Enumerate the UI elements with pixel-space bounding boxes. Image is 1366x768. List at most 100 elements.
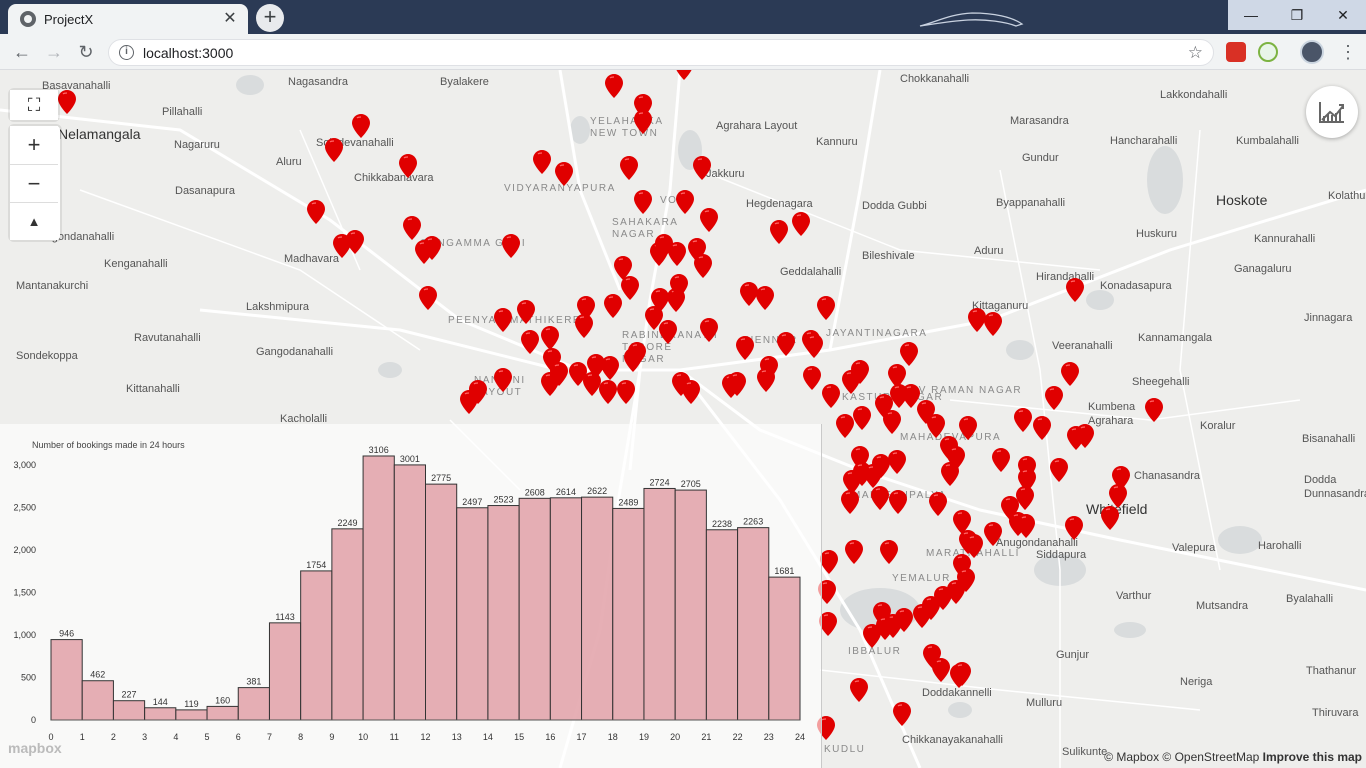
booking-marker-icon[interactable] (883, 410, 901, 434)
booking-marker-icon[interactable] (864, 464, 882, 488)
zoom-out-button[interactable]: − (10, 164, 58, 202)
booking-marker-icon[interactable] (352, 114, 370, 138)
window-maximize-button[interactable]: ❐ (1274, 0, 1320, 30)
booking-marker-icon[interactable] (984, 312, 1002, 336)
booking-marker-icon[interactable] (900, 342, 918, 366)
booking-marker-icon[interactable] (694, 254, 712, 278)
browser-tab[interactable]: ProjectX ✕ (8, 4, 248, 34)
booking-marker-icon[interactable] (700, 208, 718, 232)
booking-marker-icon[interactable] (541, 372, 559, 396)
booking-marker-icon[interactable] (1076, 424, 1094, 448)
booking-marker-icon[interactable] (736, 336, 754, 360)
booking-marker-icon[interactable] (670, 274, 688, 298)
browser-menu-button[interactable]: ⋮ (1338, 40, 1358, 64)
booking-marker-icon[interactable] (863, 624, 881, 648)
booking-marker-icon[interactable] (604, 294, 622, 318)
booking-marker-icon[interactable] (817, 296, 835, 320)
booking-marker-icon[interactable] (415, 240, 433, 264)
booking-marker-icon[interactable] (927, 414, 945, 438)
booking-marker-icon[interactable] (700, 318, 718, 342)
attribution-text[interactable]: © Mapbox © OpenStreetMap (1104, 750, 1259, 764)
booking-marker-icon[interactable] (575, 314, 593, 338)
booking-marker-icon[interactable] (929, 492, 947, 516)
booking-marker-icon[interactable] (888, 450, 906, 474)
booking-marker-icon[interactable] (502, 234, 520, 258)
back-button[interactable]: ← (10, 40, 34, 64)
booking-marker-icon[interactable] (599, 380, 617, 404)
booking-marker-icon[interactable] (820, 550, 838, 574)
booking-marker-icon[interactable] (668, 242, 686, 266)
booking-marker-icon[interactable] (889, 490, 907, 514)
booking-marker-icon[interactable] (992, 448, 1010, 472)
booking-marker-icon[interactable] (953, 662, 971, 686)
booking-marker-icon[interactable] (399, 154, 417, 178)
booking-marker-icon[interactable] (728, 372, 746, 396)
booking-marker-icon[interactable] (853, 406, 871, 430)
booking-marker-icon[interactable] (959, 416, 977, 440)
booking-marker-icon[interactable] (605, 74, 623, 98)
booking-marker-icon[interactable] (346, 230, 364, 254)
booking-marker-icon[interactable] (628, 342, 646, 366)
booking-marker-icon[interactable] (851, 360, 869, 384)
booking-marker-icon[interactable] (460, 390, 478, 414)
tab-close-button[interactable]: ✕ (220, 9, 240, 29)
booking-marker-icon[interactable] (659, 320, 677, 344)
booking-marker-icon[interactable] (541, 326, 559, 350)
booking-marker-icon[interactable] (1045, 386, 1063, 410)
booking-marker-icon[interactable] (1101, 506, 1119, 530)
booking-marker-icon[interactable] (893, 702, 911, 726)
booking-marker-icon[interactable] (621, 276, 639, 300)
booking-marker-icon[interactable] (1014, 408, 1032, 432)
new-tab-button[interactable]: + (256, 4, 284, 32)
booking-marker-icon[interactable] (805, 334, 823, 358)
map-viewport[interactable]: Basavanahalli Nagasandra Byalakere Chokk… (0, 70, 1366, 768)
booking-marker-icon[interactable] (521, 330, 539, 354)
booking-marker-icon[interactable] (676, 190, 694, 214)
booking-marker-icon[interactable] (325, 138, 343, 162)
chart-toggle-button[interactable] (1306, 86, 1358, 138)
booking-marker-icon[interactable] (1109, 484, 1127, 508)
booking-marker-icon[interactable] (1033, 416, 1051, 440)
fullscreen-icon[interactable]: ⛶ (10, 90, 58, 120)
booking-marker-icon[interactable] (634, 110, 652, 134)
zoom-in-button[interactable]: + (10, 126, 58, 164)
booking-marker-icon[interactable] (836, 414, 854, 438)
booking-marker-icon[interactable] (1050, 458, 1068, 482)
extension-icon[interactable] (1258, 42, 1278, 62)
booking-marker-icon[interactable] (880, 540, 898, 564)
booking-marker-icon[interactable] (634, 190, 652, 214)
booking-marker-icon[interactable] (1017, 514, 1035, 538)
booking-marker-icon[interactable] (601, 356, 619, 380)
booking-marker-icon[interactable] (682, 380, 700, 404)
booking-marker-icon[interactable] (617, 380, 635, 404)
booking-marker-icon[interactable] (419, 286, 437, 310)
booking-marker-icon[interactable] (941, 462, 959, 486)
window-close-button[interactable]: ✕ (1320, 0, 1366, 30)
info-icon[interactable]: i (119, 45, 134, 60)
booking-marker-icon[interactable] (693, 156, 711, 180)
profile-avatar[interactable] (1300, 40, 1324, 64)
mapbox-logo[interactable]: mapbox (8, 740, 62, 756)
booking-marker-icon[interactable] (58, 90, 76, 114)
booking-marker-icon[interactable] (850, 678, 868, 702)
booking-marker-icon[interactable] (841, 490, 859, 514)
booking-marker-icon[interactable] (403, 216, 421, 240)
booking-marker-icon[interactable] (675, 70, 693, 80)
forward-button[interactable]: → (42, 40, 66, 64)
window-minimize-button[interactable]: — (1228, 0, 1274, 30)
improve-map-link[interactable]: Improve this map (1263, 750, 1362, 764)
booking-marker-icon[interactable] (770, 220, 788, 244)
booking-marker-icon[interactable] (494, 308, 512, 332)
extension-icon[interactable] (1226, 42, 1246, 62)
booking-marker-icon[interactable] (307, 200, 325, 224)
booking-marker-icon[interactable] (1065, 516, 1083, 540)
booking-marker-icon[interactable] (757, 368, 775, 392)
booking-marker-icon[interactable] (1061, 362, 1079, 386)
booking-marker-icon[interactable] (822, 384, 840, 408)
booking-marker-icon[interactable] (533, 150, 551, 174)
fullscreen-control[interactable]: ⛶ (10, 90, 58, 120)
booking-marker-icon[interactable] (913, 604, 931, 628)
address-bar[interactable]: i localhost:3000 ☆ (108, 39, 1214, 66)
booking-marker-icon[interactable] (871, 486, 889, 510)
booking-marker-icon[interactable] (845, 540, 863, 564)
